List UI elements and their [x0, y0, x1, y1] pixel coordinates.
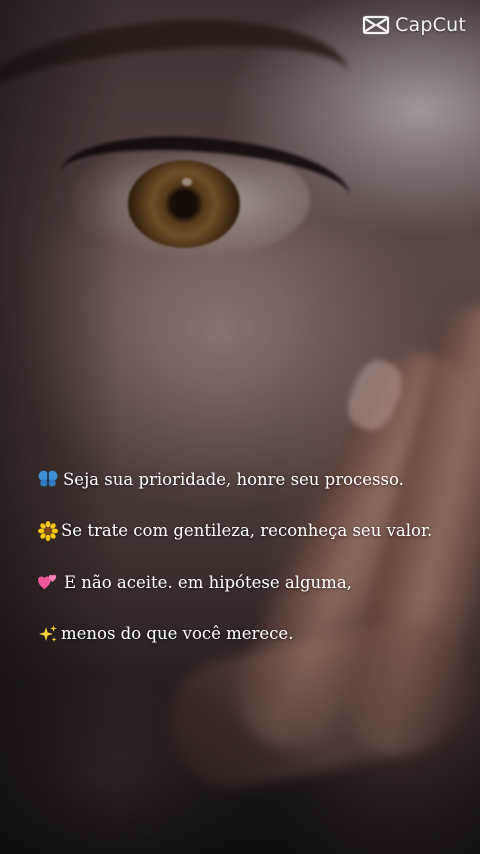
background-dim-overlay [0, 0, 480, 854]
quote-line-text: E não aceite. em hipótese alguma, [64, 572, 352, 592]
butterfly-icon [38, 469, 58, 489]
quote-line-text: Seja sua prioridade, honre seu processo. [63, 469, 404, 489]
quote-block: Seja sua prioridade, honre seu processo. [38, 466, 468, 672]
video-frame: CapCut Seja sua prioridade, honre seu pr… [0, 0, 480, 854]
two-hearts-icon [38, 572, 58, 592]
capcut-wordmark: CapCut [395, 14, 466, 36]
capcut-logo-icon [361, 14, 391, 36]
sparkles-icon [38, 624, 58, 644]
sunflower-icon [38, 520, 58, 541]
quote-line-text: menos do que você merece. [61, 624, 294, 643]
quote-line: Seja sua prioridade, honre seu processo. [38, 466, 468, 492]
quote-line: E não aceite. em hipótese alguma, [38, 569, 468, 595]
capcut-watermark: CapCut [361, 14, 466, 36]
quote-line-text: Se trate com gentileza, reconheça seu va… [61, 521, 433, 540]
quote-line: Se trate com gentileza, reconheça seu va… [38, 518, 468, 544]
quote-line: menos do que você merece. [38, 621, 468, 647]
